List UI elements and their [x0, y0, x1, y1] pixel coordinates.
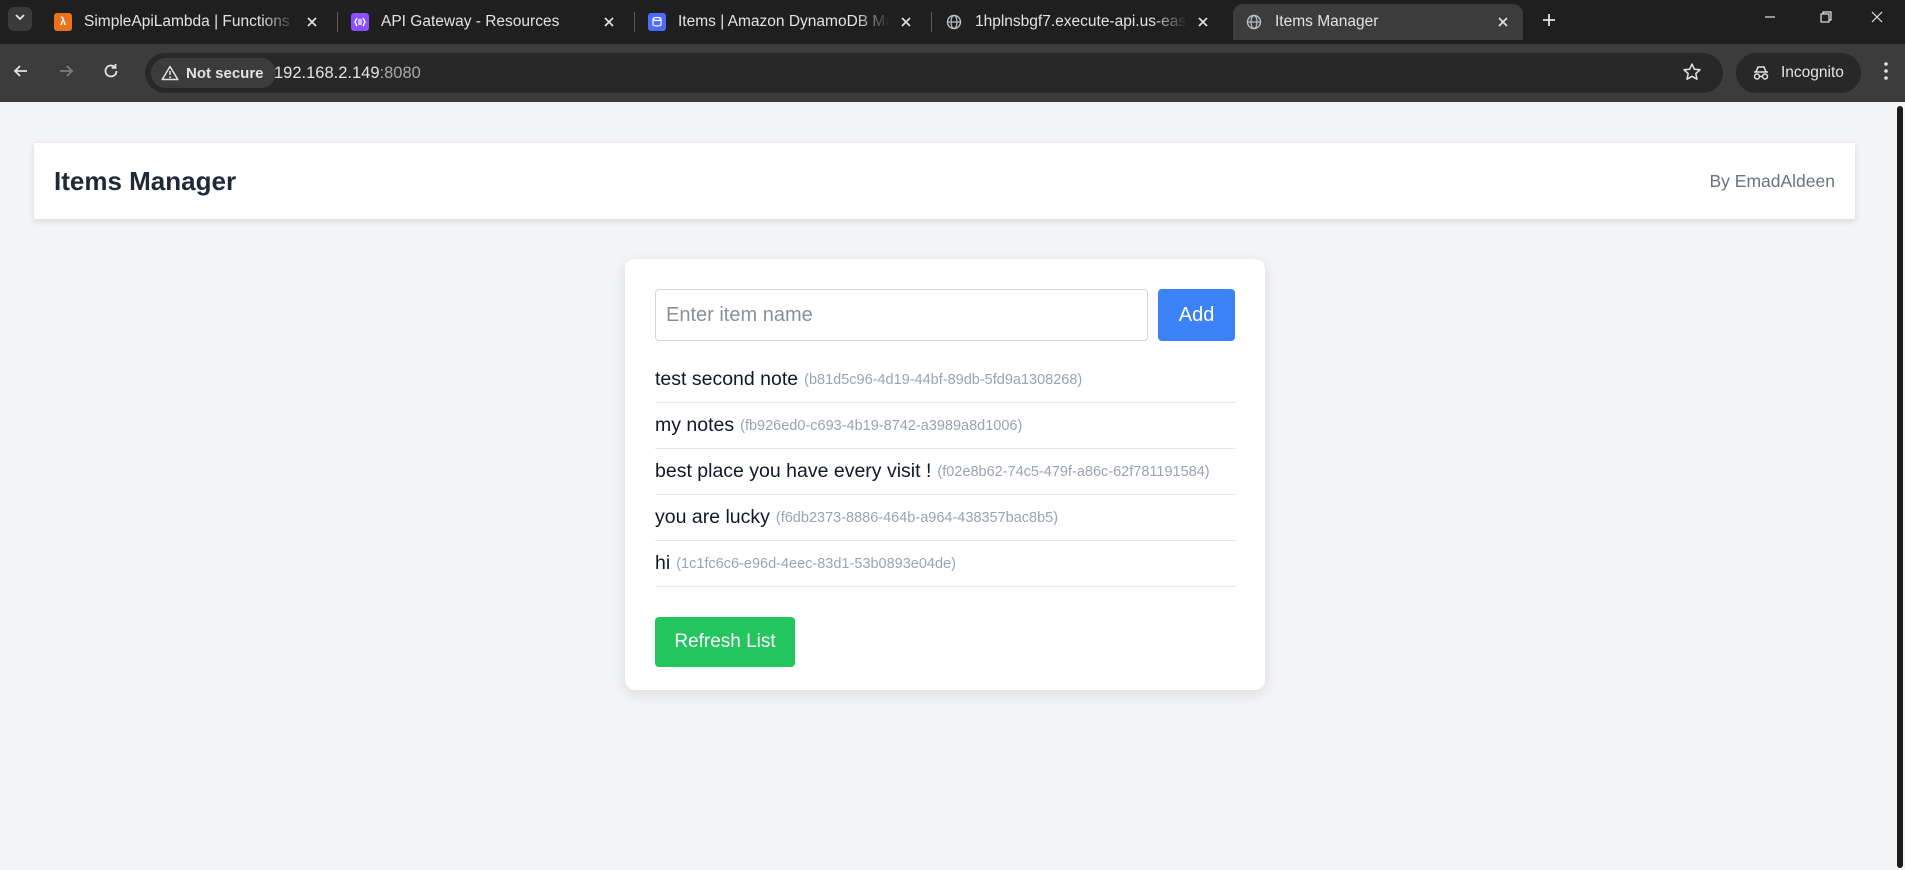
list-item: hi (1c1fc6c6-e96d-4eec-83d1-53b0893e04de… [655, 541, 1235, 587]
tab-title: Items | Amazon DynamoDB Management Conso… [678, 13, 890, 30]
url-port: :8080 [379, 64, 421, 82]
item-name: my notes [655, 414, 735, 436]
tab-title: API Gateway - Resources [381, 13, 560, 30]
item-name: test second note [655, 368, 799, 390]
tab-lambda[interactable]: λ SimpleApiLambda | Functions | Lambda [42, 4, 332, 40]
author-credit: By EmadAldeen [1709, 170, 1836, 191]
page-scrollbar[interactable] [1895, 102, 1905, 870]
aws-lambda-icon: λ [54, 13, 72, 31]
close-icon[interactable] [1493, 12, 1513, 32]
tab-execute-api[interactable]: 1hplnsbgf7.execute-api.us-east-1.amazona… [933, 4, 1223, 40]
item-name: best place you have every visit ! [655, 460, 932, 482]
add-button[interactable]: Add [1158, 289, 1235, 341]
close-icon[interactable] [599, 12, 619, 32]
arrow-left-icon [12, 62, 30, 85]
address-bar[interactable]: Not secure 192.168.2.149:8080 [145, 53, 1723, 93]
item-id: (f02e8b62-74c5-479f-a86c-62f781191584) [937, 463, 1210, 480]
incognito-indicator[interactable]: Incognito [1736, 53, 1861, 93]
tab-separator [634, 12, 635, 32]
item-id: (f6db2373-8886-464b-a964-438357bac8b5) [775, 509, 1059, 526]
globe-icon [1245, 13, 1263, 31]
item-name: you are lucky [655, 506, 770, 528]
reload-button[interactable] [96, 58, 126, 88]
app-header: Items Manager By EmadAldeen [34, 143, 1855, 219]
tab-separator [337, 12, 338, 32]
close-icon [1870, 10, 1884, 29]
tab-api-gateway[interactable]: API Gateway - Resources [339, 4, 629, 40]
tab-search-button[interactable] [8, 7, 32, 31]
list-item: my notes (fb926ed0-c693-4b19-8742-a3989a… [655, 403, 1235, 449]
restore-icon [1819, 10, 1833, 29]
tab-strip: λ SimpleApiLambda | Functions | Lambda A… [0, 0, 1905, 44]
incognito-icon [1751, 65, 1771, 81]
new-tab-button[interactable] [1536, 9, 1562, 35]
incognito-label: Incognito [1781, 64, 1844, 81]
security-label: Not secure [186, 64, 264, 82]
list-item: you are lucky (f6db2373-8886-464b-a964-4… [655, 495, 1235, 541]
list-item: test second note (b81d5c96-4d19-44bf-89d… [655, 357, 1235, 403]
warning-icon [161, 65, 179, 81]
plus-icon [1541, 12, 1557, 33]
close-icon[interactable] [302, 12, 322, 32]
page-title: Items Manager [54, 165, 237, 196]
arrow-right-icon [57, 62, 75, 85]
tab-items-manager[interactable]: Items Manager [1233, 4, 1523, 40]
dynamodb-icon [648, 13, 666, 31]
item-id: (1c1fc6c6-e96d-4eec-83d1-53b0893e04de) [676, 555, 956, 572]
page-viewport: Items Manager By EmadAldeen Add test sec… [0, 102, 1895, 870]
restore-button[interactable] [1798, 0, 1854, 38]
minimize-icon [1763, 10, 1777, 29]
items-card: Add test second note (b81d5c96-4d19-44bf… [625, 259, 1265, 690]
security-chip[interactable]: Not secure [151, 58, 276, 88]
more-vert-icon [1883, 61, 1889, 86]
close-window-button[interactable] [1849, 0, 1905, 38]
reload-icon [102, 62, 120, 85]
browser-toolbar: Not secure 192.168.2.149:8080 Incognito [0, 44, 1905, 102]
star-icon [1682, 62, 1702, 87]
scrollbar-thumb[interactable] [1897, 106, 1903, 868]
forward-button[interactable] [51, 58, 81, 88]
globe-icon [945, 13, 963, 31]
item-name-input[interactable] [655, 289, 1149, 341]
chevron-down-icon [14, 10, 26, 28]
tab-dynamodb[interactable]: Items | Amazon DynamoDB Management Conso… [636, 4, 926, 40]
back-button[interactable] [6, 58, 36, 88]
item-id: (fb926ed0-c693-4b19-8742-a3989a8d1006) [740, 417, 1023, 434]
url-text[interactable]: 192.168.2.149:8080 [274, 64, 421, 83]
add-item-row: Add [655, 289, 1235, 341]
url-host: 192.168.2.149 [274, 64, 380, 82]
item-id: (b81d5c96-4d19-44bf-89db-5fd9a1308268) [804, 371, 1083, 388]
bookmark-button[interactable] [1680, 62, 1704, 86]
api-gateway-icon [351, 13, 369, 31]
browser-menu-button[interactable] [1874, 58, 1898, 88]
tab-separator [931, 12, 932, 32]
item-name: hi [655, 552, 671, 574]
item-list: test second note (b81d5c96-4d19-44bf-89d… [655, 357, 1235, 587]
close-icon[interactable] [1193, 12, 1213, 32]
list-item: best place you have every visit ! (f02e8… [655, 449, 1235, 495]
tab-title: 1hplnsbgf7.execute-api.us-east-1.amazona… [975, 13, 1187, 30]
tab-title: Items Manager [1275, 13, 1379, 30]
minimize-button[interactable] [1742, 0, 1798, 38]
close-icon[interactable] [896, 12, 916, 32]
refresh-list-button[interactable]: Refresh List [655, 617, 795, 667]
tab-title: SimpleApiLambda | Functions | Lambda [84, 13, 296, 30]
